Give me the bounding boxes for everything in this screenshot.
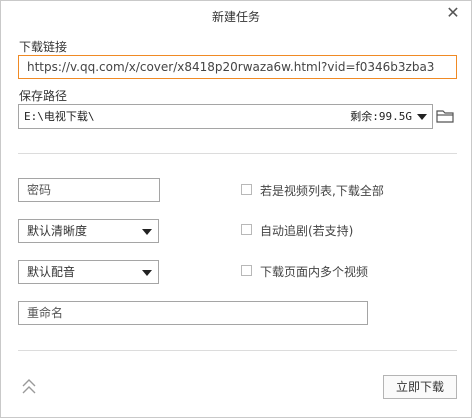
divider-bottom: [18, 350, 457, 351]
audio-select[interactable]: 默认配音: [18, 260, 159, 284]
double-chevron-up-icon[interactable]: [20, 376, 38, 398]
free-space-text: 剩余:99.5G: [350, 110, 412, 123]
audio-select-value: 默认配音: [27, 265, 76, 279]
save-path-value: E:\电视下载\: [24, 110, 95, 123]
save-path-select[interactable]: E:\电视下载\ 剩余:99.5G: [18, 104, 433, 129]
save-path-label: 保存路径: [19, 89, 68, 103]
start-download-button[interactable]: 立即下载: [383, 375, 457, 399]
quality-select-value: 默认清晰度: [27, 224, 88, 238]
checkbox[interactable]: [241, 224, 252, 235]
checkbox[interactable]: [241, 265, 252, 276]
chevron-down-icon: [142, 229, 152, 235]
checkbox-label: 下载页面内多个视频: [260, 265, 369, 279]
folder-icon[interactable]: [435, 106, 455, 126]
link-label: 下载链接: [19, 40, 68, 54]
chevron-down-icon: [417, 114, 427, 120]
checkbox[interactable]: [241, 184, 252, 195]
divider-top: [18, 153, 457, 154]
chevron-down-icon: [142, 270, 152, 276]
checkbox-label: 自动追剧(若支持): [260, 224, 354, 238]
checkbox-label: 若是视频列表,下载全部: [260, 184, 384, 198]
download-link-input[interactable]: https://v.qq.com/x/cover/x8418p20rwaza6w…: [18, 55, 457, 79]
new-task-dialog: 新建任务 ✕ 下载链接 https://v.qq.com/x/cover/x84…: [0, 0, 472, 418]
dialog-title: 新建任务: [211, 10, 260, 24]
password-input[interactable]: 密码: [18, 178, 160, 202]
rename-input[interactable]: 重命名: [18, 301, 368, 325]
close-icon[interactable]: ✕: [445, 5, 461, 21]
quality-select[interactable]: 默认清晰度: [18, 219, 159, 243]
